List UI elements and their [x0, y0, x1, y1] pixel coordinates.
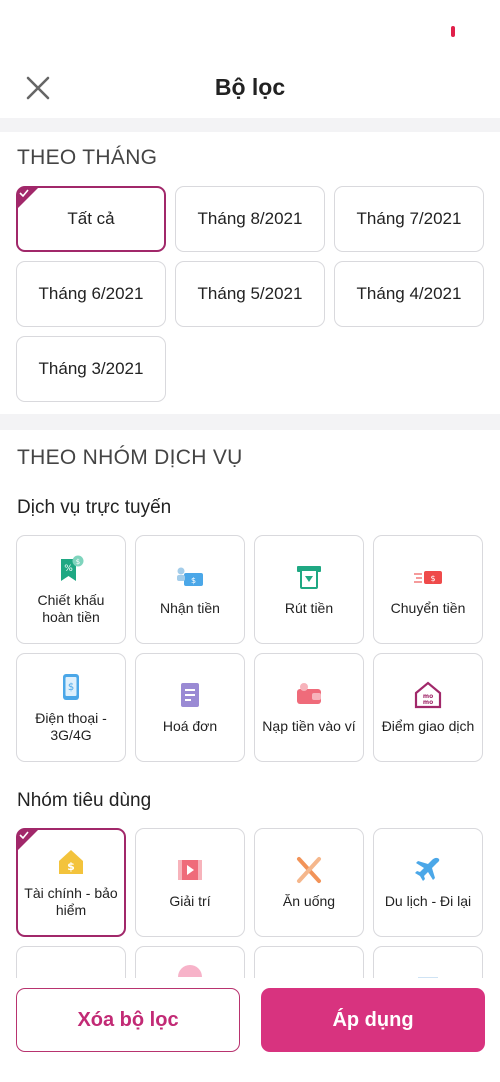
- month-chip-label: Tháng 3/2021: [38, 359, 144, 378]
- service-entertainment[interactable]: Giải trí: [135, 828, 245, 937]
- service-label: Chiết khấu hoàn tiền: [37, 591, 105, 625]
- apply-button[interactable]: Áp dụng: [261, 988, 485, 1052]
- page-title: Bộ lọc: [214, 74, 286, 100]
- header: Bộ lọc: [0, 60, 500, 118]
- service-label: Điểm giao dịch: [381, 718, 475, 734]
- finance-icon: $: [56, 847, 86, 877]
- service-label: Rút tiền: [284, 600, 334, 616]
- svg-text:mo: mo: [423, 699, 433, 706]
- month-chip-label: Tháng 6/2021: [38, 284, 144, 303]
- service-transaction-point[interactable]: mo mo Điểm giao dịch: [373, 653, 483, 762]
- service-cashback[interactable]: % $ Chiết khấu hoàn tiền: [16, 535, 126, 644]
- svg-text:$: $: [191, 576, 196, 585]
- service-withdraw[interactable]: Rút tiền: [254, 535, 364, 644]
- food-icon: [294, 855, 324, 885]
- service-label: Nhận tiền: [160, 600, 220, 616]
- service-food[interactable]: Ăn uống: [254, 828, 364, 937]
- status-bar: [0, 0, 500, 60]
- svg-text:$: $: [67, 860, 75, 873]
- month-chip-label: Tháng 4/2021: [356, 284, 462, 303]
- svg-text:$: $: [430, 574, 435, 583]
- month-chip-grid: Tất cả Tháng 8/2021 Tháng 7/2021 Tháng 6…: [16, 186, 484, 402]
- transfer-icon: $: [413, 562, 443, 592]
- service-label: Giải trí: [169, 893, 211, 909]
- service-bill[interactable]: Hoá đơn: [135, 653, 245, 762]
- online-services-title: Dịch vụ trực tuyến: [17, 497, 172, 518]
- month-chip-3-2021[interactable]: Tháng 3/2021: [16, 336, 166, 402]
- month-chip-4-2021[interactable]: Tháng 4/2021: [334, 261, 484, 327]
- recording-indicator-icon: [451, 26, 455, 37]
- month-filter-section: THEO THÁNG Tất cả Tháng 8/2021 Tháng 7/2…: [0, 132, 500, 414]
- bill-icon: [175, 680, 205, 710]
- service-card-partial[interactable]: [373, 946, 483, 978]
- service-filter-section: THEO NHÓM DỊCH VỤ Dịch vụ trực tuyến % $…: [0, 430, 500, 978]
- service-receive-money[interactable]: $ Nhận tiền: [135, 535, 245, 644]
- service-phone-topup[interactable]: $ Điện thoại - 3G/4G: [16, 653, 126, 762]
- service-label: Du lịch - Đi lại: [384, 893, 472, 909]
- service-travel[interactable]: Du lịch - Đi lại: [373, 828, 483, 937]
- month-chip-all[interactable]: Tất cả: [16, 186, 166, 252]
- service-finance-insurance[interactable]: $ Tài chính - bảo hiểm: [16, 828, 126, 937]
- transaction-point-icon: mo mo: [413, 680, 443, 710]
- clear-filter-button[interactable]: Xóa bộ lọc: [16, 988, 240, 1052]
- withdraw-icon: [294, 562, 324, 592]
- service-label: Nạp tiền vào ví: [262, 718, 356, 734]
- month-chip-6-2021[interactable]: Tháng 6/2021: [16, 261, 166, 327]
- month-chip-7-2021[interactable]: Tháng 7/2021: [334, 186, 484, 252]
- svg-text:$: $: [76, 558, 80, 566]
- service-wallet-topup[interactable]: Nạp tiền vào ví: [254, 653, 364, 762]
- receive-money-icon: $: [175, 562, 205, 592]
- service-card-partial[interactable]: [135, 946, 245, 978]
- month-chip-label: Tất cả: [67, 209, 115, 228]
- service-label: Hoá đơn: [162, 718, 218, 734]
- consumer-group-title: Nhóm tiêu dùng: [17, 790, 152, 811]
- consumer-services-grid: $ Tài chính - bảo hiểm Giải trí Ăn uống …: [16, 828, 484, 978]
- phone-topup-icon: $: [56, 672, 86, 702]
- footer-action-bar: Xóa bộ lọc Áp dụng: [0, 978, 500, 1082]
- month-chip-5-2021[interactable]: Tháng 5/2021: [175, 261, 325, 327]
- service-card-partial[interactable]: [254, 946, 364, 978]
- month-chip-label: Tháng 5/2021: [197, 284, 303, 303]
- service-transfer[interactable]: $ Chuyển tiền: [373, 535, 483, 644]
- wallet-topup-icon: [294, 680, 324, 710]
- service-label: Chuyển tiền: [390, 600, 466, 616]
- airplane-icon: [413, 855, 443, 885]
- month-chip-label: Tháng 7/2021: [356, 209, 462, 228]
- month-chip-8-2021[interactable]: Tháng 8/2021: [175, 186, 325, 252]
- cashback-icon: % $: [56, 554, 86, 584]
- section-title-month: THEO THÁNG: [17, 146, 158, 169]
- online-services-grid: % $ Chiết khấu hoàn tiền $ Nhận tiền Rút…: [16, 535, 484, 762]
- service-card-partial[interactable]: [16, 946, 126, 978]
- month-chip-label: Tháng 8/2021: [197, 209, 303, 228]
- section-title-service: THEO NHÓM DỊCH VỤ: [17, 446, 243, 469]
- selected-check-icon: [17, 187, 39, 209]
- service-label: Tài chính - bảo hiểm: [24, 884, 118, 918]
- heart-icon: [178, 965, 202, 977]
- entertainment-icon: [175, 855, 205, 885]
- service-label: Điện thoại - 3G/4G: [35, 709, 107, 743]
- svg-text:%: %: [64, 564, 73, 574]
- selected-check-icon: [17, 829, 39, 851]
- service-label: Ăn uống: [282, 893, 336, 909]
- svg-text:$: $: [68, 682, 74, 693]
